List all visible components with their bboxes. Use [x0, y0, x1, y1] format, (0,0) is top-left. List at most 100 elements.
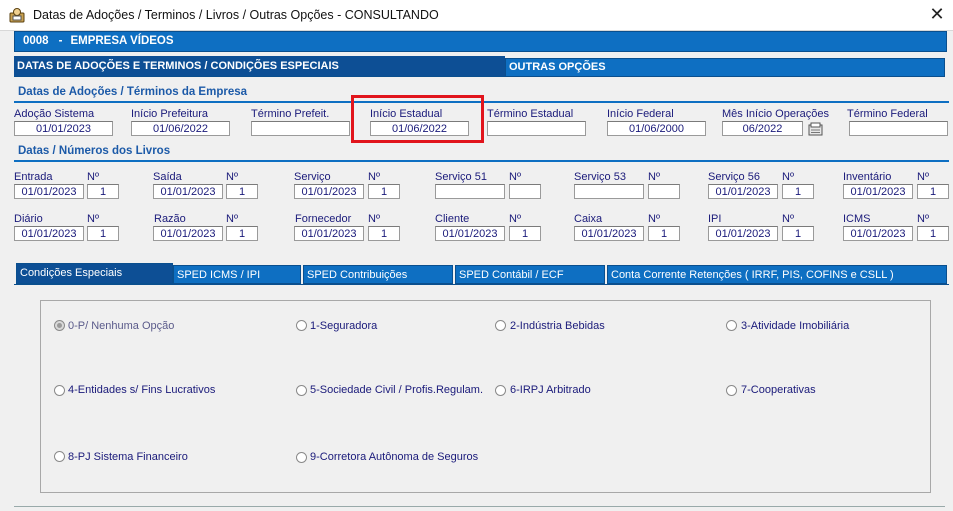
radio-label-opcao-4[interactable]: 4-Entidades s/ Fins Lucrativos: [68, 384, 215, 396]
diario-date-field[interactable]: 01/01/2023: [14, 226, 84, 241]
servico-53-num-field[interactable]: [648, 184, 680, 199]
saida-date-field[interactable]: 01/01/2023: [153, 184, 223, 199]
razao-num-field[interactable]: 1: [226, 226, 258, 241]
entrada-num-field[interactable]: 1: [87, 184, 119, 199]
termino-estadual-field[interactable]: [487, 121, 586, 136]
inventario-num-field[interactable]: 1: [917, 184, 949, 199]
label-servico: Serviço: [294, 171, 331, 183]
servico-51-date-field[interactable]: [435, 184, 505, 199]
tab-outras-opcoes[interactable]: OUTRAS OPÇÕES: [505, 58, 945, 77]
radio-opcao-0[interactable]: [54, 320, 65, 331]
tab-sped-contribuicoes[interactable]: SPED Contribuições: [303, 265, 453, 284]
label-num: Nº: [917, 213, 929, 225]
icms-num-field[interactable]: 1: [917, 226, 949, 241]
label-icms: ICMS: [843, 213, 871, 225]
company-name: EMPRESA VÍDEOS: [70, 35, 174, 47]
radio-label-opcao-2[interactable]: 2-Indústria Bebidas: [510, 320, 605, 332]
termino-prefeitura-field[interactable]: [251, 121, 350, 136]
cliente-date-field[interactable]: 01/01/2023: [435, 226, 505, 241]
ipi-date-field[interactable]: 01/01/2023: [708, 226, 778, 241]
fornecedor-num-field[interactable]: 1: [368, 226, 400, 241]
label-num: Nº: [648, 171, 660, 183]
label-inventario: Inventário: [843, 171, 892, 183]
inicio-federal-field[interactable]: 01/06/2000: [607, 121, 706, 136]
radio-label-opcao-0[interactable]: 0-P/ Nenhuma Opção: [68, 320, 174, 332]
radio-label-opcao-8[interactable]: 8-PJ Sistema Financeiro: [68, 451, 188, 463]
label-servico-53: Serviço 53: [574, 171, 626, 183]
label-servico-56: Serviço 56: [708, 171, 760, 183]
radio-opcao-7[interactable]: [726, 385, 737, 396]
tab-underline: [14, 76, 945, 77]
radio-label-opcao-7[interactable]: 7-Cooperativas: [741, 384, 816, 396]
label-num: Nº: [917, 171, 929, 183]
inventario-date-field[interactable]: 01/01/2023: [843, 184, 913, 199]
label-num: Nº: [87, 213, 99, 225]
radio-opcao-4[interactable]: [54, 385, 65, 396]
label-inicio-federal: Início Federal: [607, 108, 674, 120]
servico-date-field[interactable]: 01/01/2023: [294, 184, 364, 199]
company-code: 0008: [23, 35, 49, 47]
label-diario: Diário: [14, 213, 43, 225]
tab-sped-contabil-ecf[interactable]: SPED Contábil / ECF: [455, 265, 605, 284]
highlight-box: [351, 95, 484, 143]
radio-opcao-5[interactable]: [296, 385, 307, 396]
app-icon: [9, 7, 25, 23]
company-bar: 0008- EMPRESA VÍDEOS: [14, 31, 947, 52]
radio-label-opcao-5[interactable]: 5-Sociedade Civil / Profis.Regulam.: [310, 384, 483, 396]
adocao-sistema-field[interactable]: 01/01/2023: [14, 121, 113, 136]
servico-56-num-field[interactable]: 1: [782, 184, 814, 199]
servico-56-date-field[interactable]: 01/01/2023: [708, 184, 778, 199]
label-saida: Saída: [153, 171, 182, 183]
tab-sped-icms-ipi[interactable]: SPED ICMS / IPI: [173, 265, 301, 284]
radio-opcao-2[interactable]: [495, 320, 506, 331]
label-num: Nº: [368, 213, 380, 225]
termino-federal-field[interactable]: [849, 121, 948, 136]
window-title: Datas de Adoções / Terminos / Livros / O…: [33, 8, 439, 22]
label-num: Nº: [368, 171, 380, 183]
caixa-date-field[interactable]: 01/01/2023: [574, 226, 644, 241]
inicio-prefeitura-field[interactable]: 01/06/2022: [131, 121, 230, 136]
cliente-num-field[interactable]: 1: [509, 226, 541, 241]
section-livros-title: Datas / Números dos Livros: [18, 145, 171, 157]
tab-condicoes-especiais[interactable]: Condições Especiais: [16, 263, 173, 284]
fornecedor-date-field[interactable]: 01/01/2023: [294, 226, 364, 241]
icms-date-field[interactable]: 01/01/2023: [843, 226, 913, 241]
label-num: Nº: [87, 171, 99, 183]
tab-conta-corrente-retencoes[interactable]: Conta Corrente Retenções ( IRRF, PIS, CO…: [607, 265, 947, 284]
radio-label-opcao-6[interactable]: 6-IRPJ Arbitrado: [510, 384, 591, 396]
label-razao: Razão: [154, 213, 186, 225]
radio-opcao-9[interactable]: [296, 452, 307, 463]
radio-opcao-8[interactable]: [54, 451, 65, 462]
mes-inicio-operacoes-field[interactable]: 06/2022: [722, 121, 803, 136]
ipi-num-field[interactable]: 1: [782, 226, 814, 241]
close-icon[interactable]: ✕: [926, 3, 948, 25]
label-num: Nº: [782, 213, 794, 225]
label-adocao-sistema: Adoção Sistema: [14, 108, 95, 120]
label-fornecedor: Fornecedor: [295, 213, 352, 225]
radio-label-opcao-1[interactable]: 1-Seguradora: [310, 320, 377, 332]
radio-opcao-1[interactable]: [296, 320, 307, 331]
section-livros-divider: [14, 160, 949, 162]
label-entrada: Entrada: [14, 171, 53, 183]
section-adocoes-title: Datas de Adoções / Términos da Empresa: [18, 86, 248, 98]
servico-num-field[interactable]: 1: [368, 184, 400, 199]
radio-label-opcao-3[interactable]: 3-Atividade Imobiliária: [741, 320, 849, 332]
servico-51-num-field[interactable]: [509, 184, 541, 199]
tab-datas-adocoes[interactable]: DATAS DE ADOÇÕES E TERMINOS / CONDIÇÕES …: [14, 56, 505, 76]
radio-opcao-6[interactable]: [495, 385, 506, 396]
diario-num-field[interactable]: 1: [87, 226, 119, 241]
calculator-icon[interactable]: [808, 122, 824, 136]
label-num: Nº: [509, 213, 521, 225]
label-caixa: Caixa: [574, 213, 603, 225]
label-num: Nº: [226, 171, 238, 183]
entrada-date-field[interactable]: 01/01/2023: [14, 184, 84, 199]
caixa-num-field[interactable]: 1: [648, 226, 680, 241]
servico-53-date-field[interactable]: [574, 184, 644, 199]
label-ipi: IPI: [708, 213, 722, 225]
saida-num-field[interactable]: 1: [226, 184, 258, 199]
razao-date-field[interactable]: 01/01/2023: [153, 226, 223, 241]
bottom-divider: [14, 506, 945, 507]
radio-opcao-3[interactable]: [726, 320, 737, 331]
radio-label-opcao-9[interactable]: 9-Corretora Autônoma de Seguros: [310, 451, 478, 463]
label-termino-federal: Término Federal: [847, 108, 928, 120]
